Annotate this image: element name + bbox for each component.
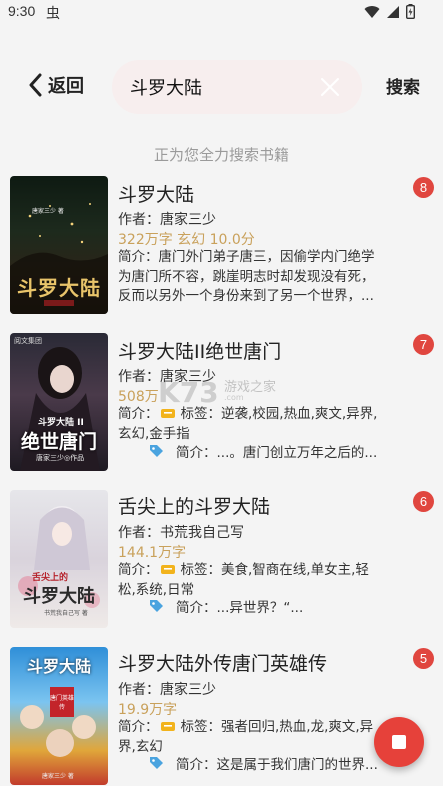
intro-label: 简介： — [118, 406, 159, 422]
clear-icon[interactable] — [318, 75, 342, 99]
book-meta: 144.1万字 — [118, 545, 187, 561]
result-item[interactable]: 斗罗大陆 唐门英雄传 唐家三少 著 斗罗大陆外传唐门英雄传 5 作者：唐家三少 … — [0, 647, 443, 786]
intro-label: 简介： — [118, 719, 159, 735]
chevron-left-icon — [29, 73, 42, 97]
searching-status: 正为您全力搜索书籍 — [153, 146, 289, 164]
cover-title: 绝世唐门 — [20, 431, 97, 453]
book-author: 作者：唐家三少 — [118, 682, 216, 698]
book-intro: 简介： 标签：逆袭,校园,热血,爽文,异界, 玄幻,金手指 — [118, 405, 408, 444]
cover-publisher: 阅文集团 — [14, 337, 42, 345]
notification-icon: 虫 — [46, 6, 60, 22]
book-meta: 508万 — [118, 389, 159, 405]
tag-icon — [160, 722, 175, 731]
tag-icon — [150, 600, 163, 612]
battery-icon — [406, 4, 415, 19]
signal-icon — [387, 5, 399, 18]
book-cover: 舌尖上的 斗罗大陆 书荒我自己写 著 — [10, 490, 108, 628]
sub-intro: 简介：...异世界？“... — [176, 600, 304, 616]
tag-icon — [150, 757, 163, 769]
book-meta: 19.9万字 — [118, 702, 178, 718]
result-item[interactable]: 舌尖上的 斗罗大陆 书荒我自己写 著 舌尖上的斗罗大陆 6 作者：书荒我自己写 … — [0, 490, 443, 630]
cover-title: 斗罗大陆 — [17, 276, 101, 300]
intro-line: 反而以另外一个身份来到了另一个世界，... — [118, 288, 374, 304]
back-button[interactable]: 返回 — [28, 70, 84, 100]
sub-intro: 简介：...。唐门创立万年之后的... — [176, 445, 378, 461]
search-button[interactable]: 搜索 — [386, 73, 420, 98]
intro-line: 为唐门所不容，跳崖明志时却发现没有死， — [118, 268, 375, 285]
cover-author: 书荒我自己写 著 — [44, 610, 88, 617]
tag-icon — [160, 409, 175, 418]
book-author: 作者：唐家三少 — [118, 212, 216, 228]
book-title: 舌尖上的斗罗大陆 — [118, 496, 271, 518]
tags-line: 标签：美食,智商在线,单女主,轻 — [180, 562, 369, 578]
watermark-url: .com — [224, 393, 244, 402]
search-header: 返回 搜索 — [0, 56, 443, 114]
status-time: 9:30 — [8, 3, 36, 19]
watermark-logo: K73 游戏之家 .com — [158, 374, 298, 408]
stop-search-button[interactable] — [374, 717, 424, 767]
book-title: 斗罗大陆外传唐门英雄传 — [118, 653, 328, 675]
watermark-brand: K73 — [158, 376, 218, 408]
status-bar: 9:30 虫 — [0, 0, 443, 24]
book-intro: 简介：唐门外门弟子唐三，因偷学内门绝学 为唐门所不容，跳崖明志时却发现没有死， … — [118, 248, 408, 307]
result-item[interactable]: 斗罗大陆 唐家三少 著 斗罗大陆 8 作者：唐家三少 322万字 玄幻 10.0… — [0, 176, 443, 316]
book-title: 斗罗大陆II绝世唐门 — [118, 341, 282, 363]
stop-icon — [392, 735, 406, 749]
cover-author: 唐家三少 著 — [32, 208, 64, 215]
book-intro: 简介： 标签：美食,智商在线,单女主,轻 松,系统,日常 — [118, 561, 408, 600]
tags-line: 标签：逆袭,校园,热血,爽文,异界, — [180, 406, 378, 422]
book-author: 作者：书荒我自己写 — [118, 525, 244, 541]
intro-label: 简介： — [118, 562, 159, 578]
sub-intro: 简介：这是属于我们唐门的世界... — [176, 757, 378, 773]
cover-author: 唐家三少◎作品 — [36, 454, 85, 462]
source-count-badge: 6 — [413, 491, 434, 512]
book-title: 斗罗大陆 — [118, 184, 195, 206]
intro-line: 简介：唐门外门弟子唐三，因偷学内门绝学 — [118, 249, 375, 265]
search-box — [112, 60, 362, 114]
cover-title: 斗罗大陆 — [26, 657, 91, 676]
back-label: 返回 — [48, 76, 84, 97]
tag-icon — [150, 445, 163, 457]
tags-line: 标签：强者回归,热血,龙,爽文,异 — [180, 719, 374, 735]
wifi-icon — [364, 5, 380, 18]
book-meta: 322万字 玄幻 10.0分 — [118, 232, 255, 248]
book-cover: 阅文集团 斗罗大陆 II 绝世唐门 唐家三少◎作品 — [10, 333, 108, 471]
cover-author: 唐家三少 著 — [42, 773, 74, 780]
source-count-badge: 7 — [413, 334, 434, 355]
cover-title: 斗罗大陆 — [23, 586, 95, 607]
book-cover: 斗罗大陆 唐门英雄传 唐家三少 著 — [10, 647, 108, 785]
cover-subtitle: 唐门英雄传 — [50, 695, 75, 711]
search-input[interactable] — [130, 74, 310, 100]
book-intro: 简介： 标签：强者回归,热血,龙,爽文,异 界,玄幻 — [118, 718, 408, 757]
tag-icon — [160, 565, 175, 574]
source-count-badge: 8 — [413, 177, 434, 198]
source-count-badge: 5 — [413, 648, 434, 669]
book-cover: 斗罗大陆 唐家三少 著 — [10, 176, 108, 314]
